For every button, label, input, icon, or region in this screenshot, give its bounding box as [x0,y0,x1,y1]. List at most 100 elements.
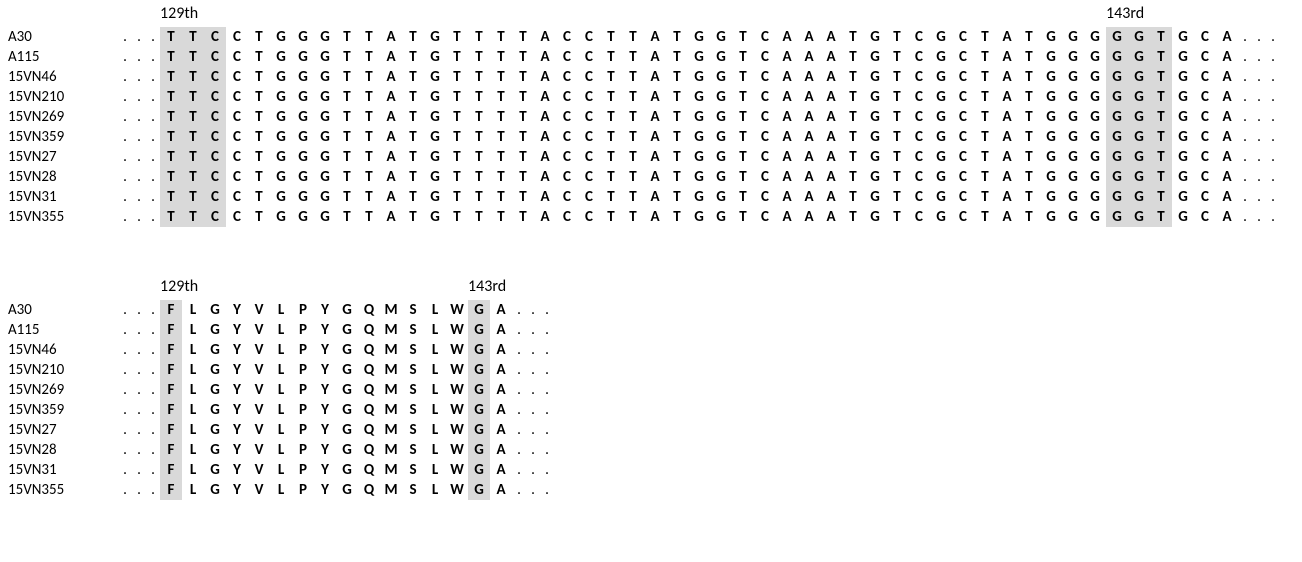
protein-residue: A [490,400,512,420]
protein-residue: Q [358,420,380,440]
protein-residue: L [270,480,292,500]
protein-residue: F [160,380,182,400]
nucleotide-residue: G [1084,107,1106,127]
continuation-dot: . [132,127,146,147]
protein-residue: P [292,320,314,340]
continuation-dot: . [146,127,160,147]
nucleotide-residue: T [402,27,424,47]
nucleotide-residue: A [1216,127,1238,147]
nucleotide-residue: T [842,207,864,227]
nucleotide-residue: T [974,187,996,207]
continuation-dot: . [540,460,554,480]
protein-residue: G [468,420,490,440]
protein-residue: Y [226,300,248,320]
nucleotide-residue: T [974,107,996,127]
nucleotide-residue: T [402,47,424,67]
protein-residue: A [490,420,512,440]
protein-residue: F [160,400,182,420]
nucleotide-residue: G [688,47,710,67]
nucleotide-residue: C [578,207,600,227]
protein-residue: Y [314,460,336,480]
nucleotide-residue: G [314,47,336,67]
nucleotide-residue: T [402,207,424,227]
nucleotide-residue: T [1150,147,1172,167]
nucleotide-residue: A [798,187,820,207]
protein-residue: V [248,400,270,420]
continuation-dot: . [526,300,540,320]
nucleotide-residue: A [798,127,820,147]
nucleotide-residue: G [314,27,336,47]
nucleotide-residue: A [798,27,820,47]
nucleotide-residue: T [1018,47,1040,67]
nucleotide-residue: G [688,127,710,147]
nucleotide-residue: G [270,27,292,47]
nucleotide-residue: A [776,207,798,227]
nucleotide-residue: T [336,27,358,47]
nucleotide-residue: G [1106,127,1128,147]
protein-residue: V [248,480,270,500]
nucleotide-residue: T [600,27,622,47]
nucleotide-residue: G [1106,147,1128,167]
nucleotide-residue: T [468,167,490,187]
nucleotide-residue: G [1128,67,1150,87]
nucleotide-alignment: 129th 143rd A30...TTCCTGGGTTATGTTTTACCTT… [8,4,1294,227]
continuation-dot: . [132,67,146,87]
continuation-dot: . [146,360,160,380]
nucleotide-residue: T [512,107,534,127]
nucleotide-residue: A [644,27,666,47]
nucleotide-residue: T [490,167,512,187]
protein-residue: G [204,360,226,380]
nucleotide-residue: C [556,67,578,87]
continuation-dot: . [118,147,132,167]
nucleotide-residue: T [886,67,908,87]
continuation-dot: . [118,127,132,147]
nucleotide-residue: T [512,67,534,87]
continuation-dot: . [118,440,132,460]
nucleotide-residue: G [688,27,710,47]
nucleotide-residue: G [1106,187,1128,207]
nucleotide-residue: G [930,207,952,227]
continuation-dot: . [146,420,160,440]
nucleotide-residue: A [1216,27,1238,47]
nucleotide-residue: T [1150,107,1172,127]
continuation-dot: . [1238,187,1252,207]
continuation-dot: . [526,360,540,380]
nucleotide-residue: T [600,167,622,187]
nucleotide-sample-label: A30 [8,27,118,47]
nucleotide-residue: T [974,67,996,87]
nucleotide-residue: C [226,187,248,207]
continuation-dot: . [1252,107,1266,127]
nucleotide-residue: T [886,27,908,47]
nucleotide-residue: A [1216,207,1238,227]
nucleotide-residue: A [644,187,666,207]
continuation-dot: . [1238,207,1252,227]
nucleotide-residue: A [644,87,666,107]
protein-residue: G [336,440,358,460]
protein-residue: S [402,360,424,380]
protein-residue: L [182,420,204,440]
nucleotide-residue: T [600,207,622,227]
nucleotide-residue: C [226,167,248,187]
continuation-dot: . [512,400,526,420]
protein-residue: G [204,440,226,460]
nucleotide-residue: G [864,27,886,47]
nucleotide-residue: G [1172,27,1194,47]
continuation-dot: . [512,360,526,380]
nucleotide-residue: T [468,207,490,227]
nucleotide-residue: G [930,47,952,67]
nucleotide-residue: C [952,147,974,167]
protein-residue: S [402,480,424,500]
nucleotide-residue: A [534,27,556,47]
nucleotide-residue: T [600,187,622,207]
nucleotide-residue: C [556,87,578,107]
nucleotide-residue: A [996,47,1018,67]
nucleotide-residue: C [1194,167,1216,187]
nucleotide-residue: C [204,187,226,207]
nucleotide-residue: T [358,87,380,107]
nucleotide-residue: G [292,167,314,187]
nucleotide-residue: G [1172,147,1194,167]
protein-residue: W [446,480,468,500]
nucleotide-residue: A [798,167,820,187]
protein-residue: W [446,360,468,380]
protein-residue: M [380,440,402,460]
